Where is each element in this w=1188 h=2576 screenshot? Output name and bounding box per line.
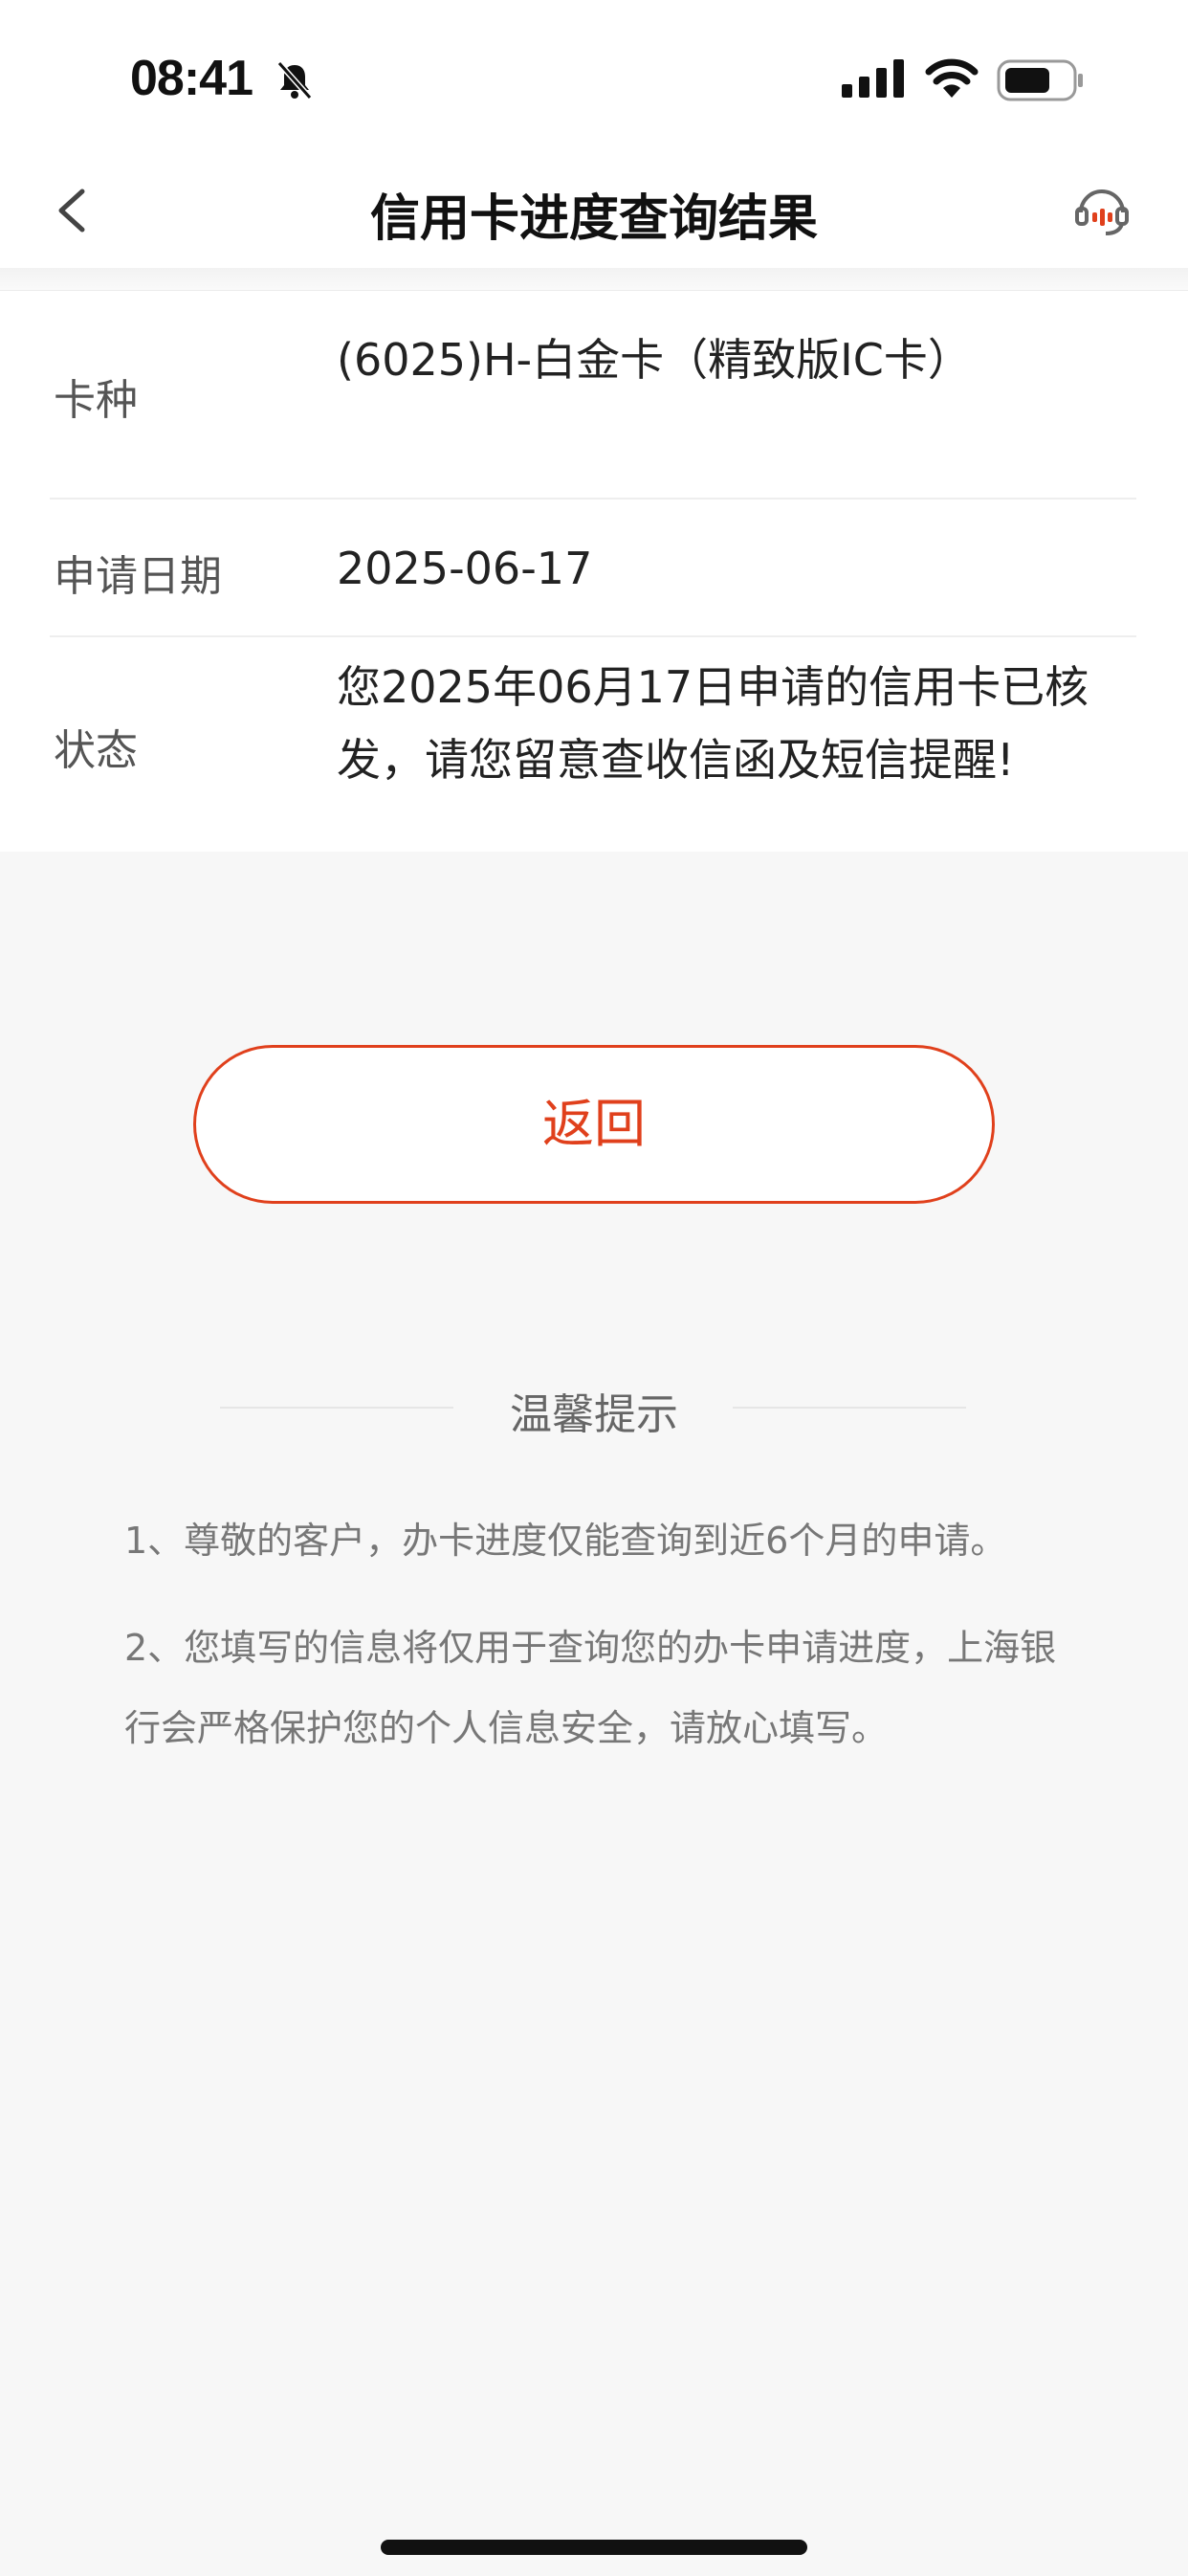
- card-type-value: (6025)H-白金卡（精致版IC卡）: [337, 334, 972, 386]
- card-type-row: 卡种 (6025)H-白金卡（精致版IC卡）: [50, 291, 1136, 500]
- cellular-signal-icon: [842, 59, 904, 98]
- tip-item: 2、您填写的信息将仅用于查询您的办卡申请进度，上海银行会严格保护您的个人信息安全…: [124, 1627, 1057, 1749]
- apply-date-value: 2025-06-17: [337, 543, 593, 594]
- wifi-icon: [925, 58, 979, 98]
- page-title: 信用卡进度查询结果: [369, 190, 818, 248]
- tips-divider-right: [733, 1407, 966, 1409]
- status-row: 状态 您2025年06月17日申请的信用卡已核发，请您留意查收信函及短信提醒!: [50, 637, 1136, 852]
- status-value: 您2025年06月17日申请的信用卡已核发，请您留意查收信函及短信提醒!: [337, 661, 1089, 786]
- apply-date-label: 申请日期: [54, 552, 222, 601]
- customer-service-icon[interactable]: [1071, 180, 1133, 241]
- home-indicator[interactable]: [381, 2540, 807, 2555]
- status-time: 08:41: [130, 51, 253, 106]
- battery-icon: [997, 59, 1083, 101]
- application-details-card: 卡种 (6025)H-白金卡（精致版IC卡） 申请日期 2025-06-17 状…: [0, 291, 1188, 852]
- nav-bar: 信用卡进度查询结果: [0, 153, 1188, 268]
- bell-slash-icon: [276, 61, 313, 100]
- tip-item: 1、尊敬的客户，办卡进度仅能查询到近6个月的申请。: [124, 1520, 1007, 1562]
- return-button[interactable]: 返回: [193, 1045, 995, 1204]
- nav-divider: [0, 268, 1188, 291]
- status-label: 状态: [54, 726, 138, 775]
- tips-header: 温馨提示: [0, 1374, 1188, 1441]
- card-type-label: 卡种: [54, 376, 138, 425]
- apply-date-row: 申请日期 2025-06-17: [50, 500, 1136, 637]
- tips-title: 温馨提示: [510, 1390, 678, 1439]
- status-bar: 08:41: [0, 0, 1188, 153]
